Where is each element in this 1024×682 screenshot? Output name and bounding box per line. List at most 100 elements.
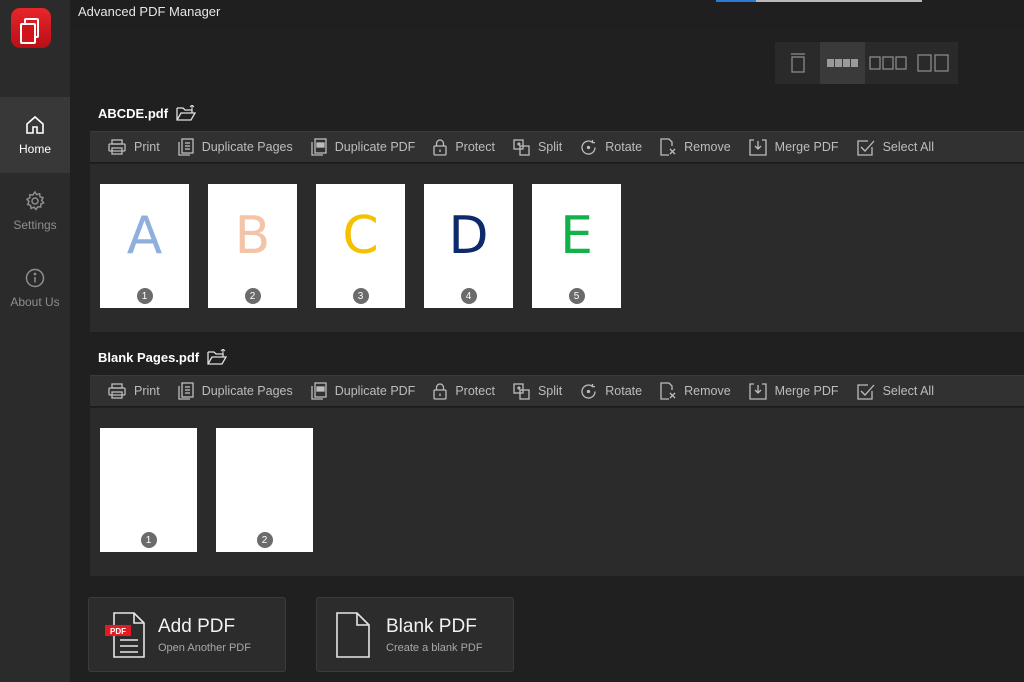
page-number-badge: 1 xyxy=(136,288,153,304)
blank-pdf-subtitle: Create a blank PDF xyxy=(386,642,483,654)
pages-strip: A 1 B 2 C 3 D 4 E 5 xyxy=(90,164,1024,332)
merge-pdf-button[interactable]: Merge PDF xyxy=(749,138,839,156)
app-logo xyxy=(11,8,51,48)
protect-label: Protect xyxy=(455,140,495,154)
select-all-label: Select All xyxy=(882,140,934,154)
view-mode-switcher xyxy=(775,42,958,84)
strip-view-icon xyxy=(826,59,858,67)
merge-icon xyxy=(749,382,767,400)
lock-icon xyxy=(433,382,447,400)
title-divider xyxy=(756,0,922,2)
split-button[interactable]: Split xyxy=(513,138,563,156)
page-number-badge: 3 xyxy=(352,288,369,304)
three-column-view-button[interactable] xyxy=(865,42,910,84)
page-thumbnail[interactable]: 2 xyxy=(216,428,313,552)
blank-pdf-title: Blank PDF xyxy=(386,616,477,637)
open-folder-icon[interactable] xyxy=(207,349,228,366)
page-number-badge: 1 xyxy=(140,532,157,548)
select-all-label: Select All xyxy=(882,384,934,398)
split-button[interactable]: Split xyxy=(513,382,563,400)
duplicate-pages-icon xyxy=(178,138,194,156)
pdf-file-icon: PDF xyxy=(105,612,145,658)
checkbox-icon xyxy=(856,139,875,156)
page-letter: A xyxy=(126,206,163,266)
sidebar-item-settings[interactable]: Settings xyxy=(0,173,70,249)
protect-button[interactable]: Protect xyxy=(433,138,495,156)
duplicate-pages-button[interactable]: Duplicate Pages xyxy=(178,382,293,400)
page-number-badge: 4 xyxy=(460,288,477,304)
select-all-button[interactable]: Select All xyxy=(856,383,934,400)
single-page-icon xyxy=(790,53,805,73)
add-pdf-subtitle: Open Another PDF xyxy=(158,642,251,654)
pdf-file-header: ABCDE.pdf xyxy=(98,105,197,122)
pdf-file-name: Blank Pages.pdf xyxy=(98,350,200,365)
page-number-badge: 5 xyxy=(568,288,585,304)
sidebar-item-home[interactable]: Home xyxy=(0,97,70,173)
page-thumbnail[interactable]: A 1 xyxy=(100,184,189,308)
duplicate-pages-button[interactable]: Duplicate Pages xyxy=(178,138,293,156)
duplicate-pdf-button[interactable]: Duplicate PDF xyxy=(311,138,416,156)
split-label: Split xyxy=(537,384,563,398)
page-letter: B xyxy=(234,206,271,266)
remove-page-icon xyxy=(660,382,676,400)
rotate-button[interactable]: Rotate xyxy=(580,139,642,156)
add-pdf-button[interactable]: PDF Add PDF Open Another PDF xyxy=(88,597,286,672)
duplicate-pdf-icon xyxy=(311,138,327,156)
print-button[interactable]: Print xyxy=(108,139,160,155)
title-accent-bar xyxy=(716,0,756,2)
single-page-view-button[interactable] xyxy=(775,42,820,84)
select-all-button[interactable]: Select All xyxy=(856,139,934,156)
checkbox-icon xyxy=(856,383,875,400)
pdf-badge-text: PDF xyxy=(110,627,126,636)
strip-view-button[interactable] xyxy=(820,42,865,84)
app-title: Advanced PDF Manager xyxy=(78,4,221,19)
rotate-icon xyxy=(581,139,596,155)
blank-pdf-button[interactable]: Blank PDF Create a blank PDF xyxy=(316,597,514,672)
pages-strip: 1 2 xyxy=(90,408,1024,576)
split-label: Split xyxy=(537,140,563,154)
pdf-file-header: Blank Pages.pdf xyxy=(98,349,228,366)
page-letter: D xyxy=(448,206,489,266)
sidebar-item-label: About Us xyxy=(10,295,60,309)
page-thumbnail[interactable]: E 5 xyxy=(532,184,621,308)
remove-label: Remove xyxy=(684,140,731,154)
pdf-file-name: ABCDE.pdf xyxy=(98,106,169,121)
page-thumbnail[interactable]: 1 xyxy=(100,428,197,552)
protect-button[interactable]: Protect xyxy=(433,382,495,400)
page-thumbnail[interactable]: B 2 xyxy=(208,184,297,308)
duplicate-pdf-label: Duplicate PDF xyxy=(334,384,416,398)
merge-pdf-label: Merge PDF xyxy=(774,384,839,398)
duplicate-pdf-button[interactable]: Duplicate PDF xyxy=(311,382,416,400)
duplicate-pdf-label: Duplicate PDF xyxy=(334,140,416,154)
sidebar: Home Settings About Us xyxy=(0,0,70,682)
remove-button[interactable]: Remove xyxy=(660,138,731,156)
duplicate-pdf-icon xyxy=(311,382,327,400)
rotate-icon xyxy=(581,383,596,399)
remove-button[interactable]: Remove xyxy=(660,382,731,400)
print-label: Print xyxy=(134,384,160,398)
three-column-icon xyxy=(868,56,907,70)
remove-label: Remove xyxy=(684,384,731,398)
open-folder-icon[interactable] xyxy=(176,105,197,122)
rotate-button[interactable]: Rotate xyxy=(580,383,642,400)
sidebar-item-about[interactable]: About Us xyxy=(0,250,70,326)
page-thumbnail[interactable]: D 4 xyxy=(424,184,513,308)
page-letter: E xyxy=(560,206,593,266)
merge-pdf-label: Merge PDF xyxy=(774,140,839,154)
merge-pdf-button[interactable]: Merge PDF xyxy=(749,382,839,400)
page-letter: C xyxy=(342,206,379,266)
pdf-toolbar: Print Duplicate Pages Duplicate PDF Prot… xyxy=(90,375,1024,407)
rotate-label: Rotate xyxy=(605,140,643,154)
page-number-badge: 2 xyxy=(244,288,261,304)
print-icon xyxy=(108,383,126,399)
remove-page-icon xyxy=(660,138,676,156)
print-button[interactable]: Print xyxy=(108,383,160,399)
split-icon xyxy=(513,382,530,400)
add-pdf-title: Add PDF xyxy=(158,616,236,637)
app-window: Home Settings About Us Advanced PDF Mana… xyxy=(0,0,1024,682)
page-thumbnail[interactable]: C 3 xyxy=(316,184,405,308)
title-bar: Advanced PDF Manager xyxy=(70,0,1024,28)
duplicate-pages-icon xyxy=(178,382,194,400)
pdf-logo-icon xyxy=(19,18,39,44)
two-column-view-button[interactable] xyxy=(910,42,955,84)
